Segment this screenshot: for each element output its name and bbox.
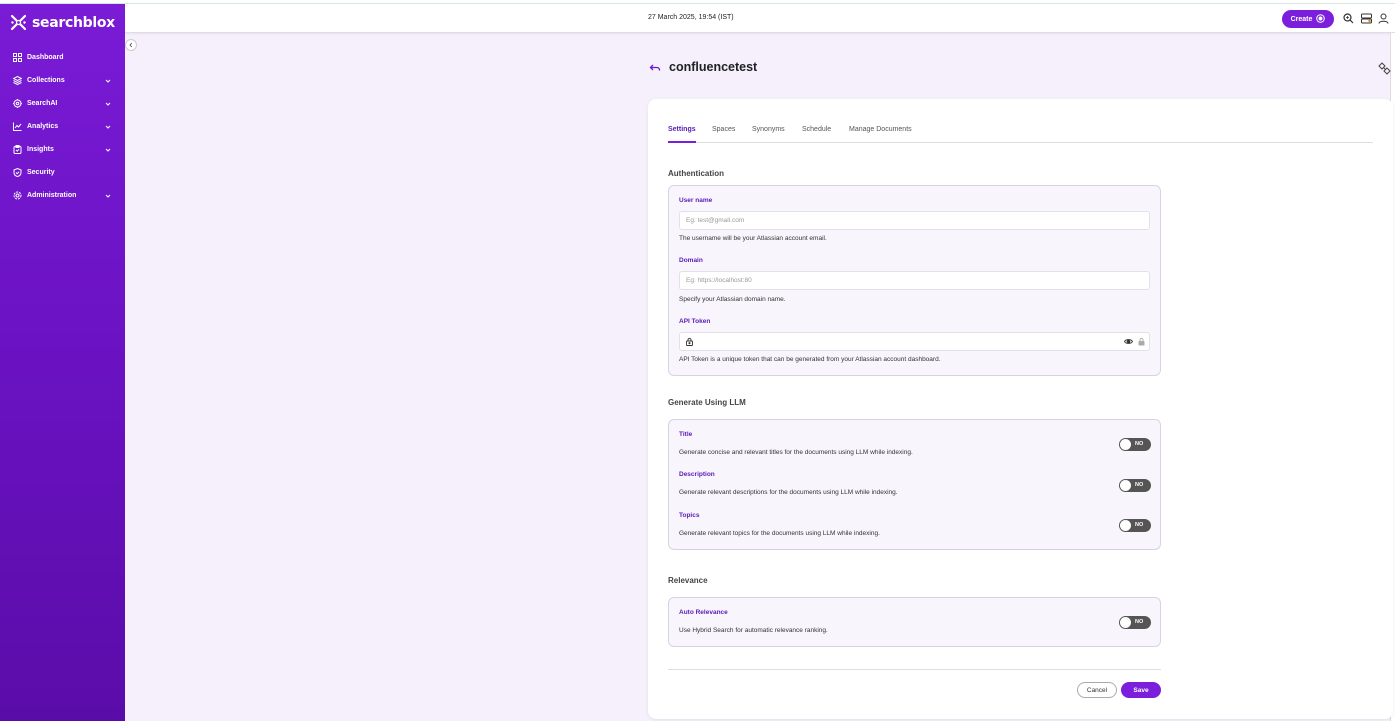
lock-small-icon <box>1137 337 1146 346</box>
sidebar-item-dashboard[interactable]: Dashboard <box>0 46 125 69</box>
settings-card: Settings Spaces Synonyms Schedule Manage… <box>648 99 1393 719</box>
footer-divider <box>668 669 1161 670</box>
sidebar-item-label: Administration <box>27 192 77 199</box>
chart-icon <box>12 122 22 132</box>
toggle-state: NO <box>1135 441 1144 447</box>
cancel-button[interactable]: Cancel <box>1077 682 1117 698</box>
auto-relevance-help: Use Hybrid Search for automatic relevanc… <box>679 627 828 634</box>
sidebar-item-label: Insights <box>27 146 54 153</box>
tab-bar: Settings Spaces Synonyms Schedule Manage… <box>668 125 1373 143</box>
logo-icon <box>10 14 27 31</box>
toggle-state: NO <box>1135 619 1144 625</box>
api-token-label: API Token <box>679 318 711 325</box>
tab-schedule[interactable]: Schedule <box>802 126 831 133</box>
llm-title: Generate Using LLM <box>668 398 746 407</box>
save-button[interactable]: Save <box>1121 682 1161 698</box>
chevron-down-icon <box>104 123 112 131</box>
sidebar-item-label: Dashboard <box>27 54 64 61</box>
create-label: Create <box>1290 15 1313 23</box>
auto-relevance-toggle[interactable]: NO <box>1119 616 1151 629</box>
server-icon[interactable] <box>1361 13 1372 24</box>
tab-spaces[interactable]: Spaces <box>712 126 735 133</box>
username-help: The username will be your Atlassian acco… <box>679 235 827 242</box>
auto-relevance-label: Auto Relevance <box>679 609 728 616</box>
grid-icon <box>12 53 22 63</box>
llm-panel: Title Generate concise and relevant titl… <box>668 419 1161 550</box>
layers-icon <box>12 76 22 86</box>
domain-help: Specify your Atlassian domain name. <box>679 296 786 303</box>
connector-icon[interactable] <box>1378 62 1391 75</box>
llm-title-help: Generate concise and relevant titles for… <box>679 449 913 456</box>
sidebar-item-collections[interactable]: Collections <box>0 69 125 92</box>
sidebar-item-searchai[interactable]: SearchAI <box>0 92 125 115</box>
llm-description-label: Description <box>679 471 715 478</box>
domain-input[interactable] <box>679 271 1150 290</box>
gear-ai-icon <box>12 99 22 109</box>
tab-manage-documents[interactable]: Manage Documents <box>849 126 912 133</box>
relevance-panel: Auto Relevance Use Hybrid Search for aut… <box>668 597 1161 647</box>
domain-label: Domain <box>679 257 703 264</box>
sidebar-item-insights[interactable]: Insights <box>0 138 125 161</box>
llm-topics-help: Generate relevant topics for the documen… <box>679 530 880 537</box>
tab-synonyms[interactable]: Synonyms <box>752 126 785 133</box>
toggle-knob <box>1120 520 1131 531</box>
plus-circle-icon <box>1316 13 1326 25</box>
eye-icon[interactable] <box>1123 337 1134 346</box>
clipboard-icon <box>12 145 22 155</box>
toggle-knob <box>1120 617 1131 628</box>
toggle-state: NO <box>1135 522 1144 528</box>
sidebar-item-security[interactable]: Security <box>0 161 125 184</box>
toggle-knob <box>1120 439 1131 450</box>
api-token-input[interactable] <box>679 332 1150 351</box>
llm-title-toggle[interactable]: NO <box>1119 438 1151 451</box>
chevron-left-icon <box>129 42 133 48</box>
username-input[interactable] <box>679 211 1150 230</box>
chevron-down-icon <box>104 192 112 200</box>
top-header: 27 March 2025, 19:54 (IST) Create <box>125 4 1395 33</box>
tab-settings[interactable]: Settings <box>668 126 696 133</box>
active-tab-indicator <box>668 141 696 143</box>
sidebar-nav: Dashboard Collections SearchAI Analytics <box>0 46 125 207</box>
chevron-down-icon <box>104 146 112 154</box>
back-arrow-icon[interactable] <box>649 62 661 74</box>
username-label: User name <box>679 197 713 204</box>
shield-icon <box>12 168 22 178</box>
llm-description-toggle[interactable]: NO <box>1119 479 1151 492</box>
relevance-title: Relevance <box>668 576 708 585</box>
sidebar-item-label: Collections <box>27 77 65 84</box>
sidebar: searchblox Dashboard Collections SearchA… <box>0 4 125 721</box>
sidebar-item-label: Analytics <box>27 123 59 130</box>
sidebar-item-administration[interactable]: Administration <box>0 184 125 207</box>
llm-topics-label: Topics <box>679 512 700 519</box>
search-icon[interactable] <box>1343 13 1354 24</box>
sidebar-item-label: SearchAI <box>27 100 58 107</box>
settings-icon <box>12 191 22 201</box>
authentication-title: Authentication <box>668 169 724 178</box>
logo-text: searchblox <box>32 14 115 31</box>
api-token-help: API Token is a unique token that can be … <box>679 356 941 363</box>
page-title: confluencetest <box>669 60 758 74</box>
authentication-panel: User name The username will be your Atla… <box>668 185 1161 376</box>
toggle-state: NO <box>1135 482 1144 488</box>
collapse-sidebar-button[interactable] <box>125 39 137 51</box>
chevron-down-icon <box>104 100 112 108</box>
llm-title-label: Title <box>679 431 693 438</box>
user-icon[interactable] <box>1378 13 1389 24</box>
llm-description-help: Generate relevant descriptions for the d… <box>679 489 898 496</box>
sidebar-item-analytics[interactable]: Analytics <box>0 115 125 138</box>
current-datetime: 27 March 2025, 19:54 (IST) <box>648 14 734 21</box>
toggle-knob <box>1120 480 1131 491</box>
create-button[interactable]: Create <box>1282 10 1334 28</box>
logo[interactable]: searchblox <box>10 14 115 31</box>
llm-topics-toggle[interactable]: NO <box>1119 519 1151 532</box>
chevron-down-icon <box>104 77 112 85</box>
sidebar-item-label: Security <box>27 169 55 176</box>
lock-icon <box>685 337 694 346</box>
